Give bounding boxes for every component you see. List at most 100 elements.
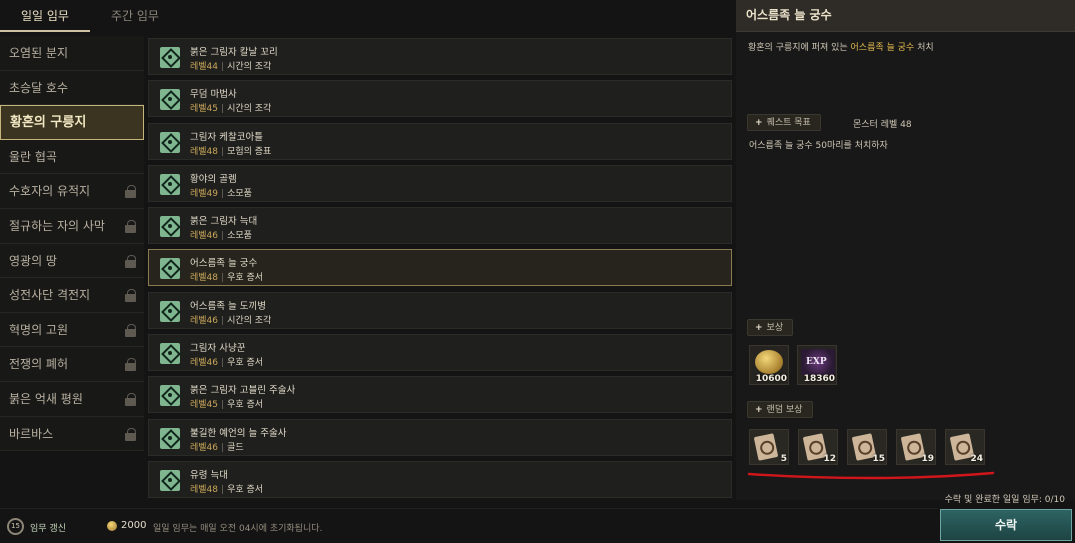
separator: | (221, 273, 225, 284)
random-reward-item[interactable]: 19 (896, 429, 936, 465)
quest-name: 무덤 마법사 (190, 89, 237, 101)
lock-icon (125, 427, 136, 441)
sidebar-item[interactable]: 울란 협곡 (0, 139, 144, 175)
quest-reward-type: 골드 (227, 442, 244, 453)
quest-row[interactable]: 붉은 그림자 고블린 주술사 레벨45 | 우호 증서 (148, 376, 732, 414)
quest-info: 레벨44 | 시간의 조각 (190, 59, 271, 72)
reward-exp[interactable]: EXP 18360 (797, 345, 837, 385)
tab-weekly[interactable]: 주간 임무 (90, 0, 180, 32)
sidebar-item-label: 절규하는 자의 사막 (9, 218, 105, 233)
objective-monster-level: 몬스터 레벨 48 (853, 120, 912, 130)
quest-scroll-icon (160, 385, 180, 407)
separator: | (221, 315, 225, 326)
quest-info: 레벨48 | 우호 증서 (190, 270, 263, 283)
sidebar-item[interactable]: 전쟁의 폐허 (0, 347, 144, 382)
sidebar-item[interactable]: 바르바스 (0, 416, 144, 452)
quest-description: 황혼의 구릉지에 퍼져 있는 어스름족 늘 궁수 처치 (748, 43, 934, 53)
quest-reward-type: 시간의 조각 (227, 62, 272, 72)
quest-scroll-icon (160, 258, 180, 280)
random-reward-item[interactable]: 5 (749, 429, 789, 465)
separator: | (221, 442, 225, 453)
quest-detail-title: 어스름족 늘 궁수 (736, 0, 1075, 32)
quest-level: 레벨46 (190, 442, 219, 453)
quest-scroll-icon (160, 216, 180, 238)
quest-name: 그림자 케찰코아틀 (190, 131, 263, 143)
separator: | (221, 358, 225, 369)
quest-level: 레벨48 (190, 484, 219, 495)
sidebar-item[interactable]: 붉은 억새 평원 (0, 381, 144, 417)
quest-row[interactable]: 유령 늑대 레벨48 | 우호 증서 (148, 460, 732, 498)
quest-row[interactable]: 붉은 그림자 늑대 레벨46 | 소모품 (148, 207, 732, 245)
reward-count: 10600 (755, 374, 787, 384)
separator: | (221, 104, 225, 115)
lock-icon (125, 289, 136, 303)
reward-count: 18360 (803, 374, 835, 384)
quest-level: 레벨44 (190, 62, 219, 72)
quest-row[interactable]: 어스름족 늘 도끼병 레벨46 | 시간의 조각 (148, 291, 732, 329)
reward-count: 5 (780, 454, 787, 464)
sidebar-item[interactable]: 영광의 땅 (0, 243, 144, 279)
lock-icon (125, 219, 136, 233)
sidebar-item[interactable]: 황혼의 구릉지 (0, 105, 144, 140)
quest-row[interactable]: 불길한 예언의 늘 주술사 레벨46 | 골드 (148, 418, 732, 456)
accept-button[interactable]: 수락 (940, 509, 1072, 541)
sidebar-item-label: 수호자의 유적지 (9, 184, 91, 199)
quest-info: 레벨45 | 우호 증서 (190, 397, 263, 410)
quest-name: 붉은 그림자 칼날 꼬리 (190, 47, 278, 58)
reward-header: + 보상 (747, 319, 794, 336)
lock-icon (125, 185, 136, 199)
tab-daily[interactable]: 일일 임무 (0, 0, 90, 32)
sidebar-item-label: 오염된 분지 (9, 46, 69, 60)
quest-scroll-icon (160, 47, 180, 68)
quest-row[interactable]: 무덤 마법사 레벨45 | 시간의 조각 (148, 80, 732, 118)
quest-row[interactable]: 황야의 골렘레벨49 | 소모품 (148, 164, 732, 202)
quest-name: 어스름족 늘 도끼병 (190, 300, 266, 312)
plus-icon: + (755, 323, 763, 333)
scroll-icon (753, 433, 779, 461)
sidebar-item[interactable]: 성전사단 격전지 (0, 278, 144, 313)
sidebar-item[interactable]: 절규하는 자의 사막 (0, 208, 144, 244)
separator: | (221, 146, 225, 157)
random-reward-item[interactable]: 15 (847, 429, 887, 465)
quest-row[interactable]: 붉은 그림자 칼날 꼬리 레벨44 | 시간의 조각 (148, 38, 732, 75)
quest-row[interactable]: 그림자 사냥꾼 레벨46 | 우호 증서 (148, 334, 732, 372)
reward-count: 15 (872, 454, 885, 464)
refresh-cost: 2000 (121, 520, 147, 531)
sidebar-item[interactable]: 오염된 분지 (0, 36, 144, 71)
quest-name: 유령 늑대 (190, 469, 228, 481)
reset-notice: 일일 임무는 매일 오전 04시에 초기화됩니다. (153, 524, 323, 534)
random-reward-item[interactable]: 12 (798, 429, 838, 465)
quest-row[interactable]: 어스름족 늘 궁수 레벨48 | 우호 증서 (148, 249, 732, 287)
quest-row[interactable]: 그림자 케찰코아틀 레벨48 | 모험의 증표 (148, 122, 732, 160)
separator: | (221, 188, 225, 199)
daily-quest-progress: 수락 및 완료한 일일 임무: 0/10 (944, 495, 1065, 505)
sidebar-item[interactable]: 초승달 호수 (0, 70, 144, 106)
quest-level: 레벨46 (190, 358, 219, 369)
sidebar-item[interactable]: 수호자의 유적지 (0, 174, 144, 209)
random-reward-item[interactable]: 24 (945, 429, 985, 465)
quest-reward-type: 소모품 (227, 188, 252, 199)
quest-reward-type: 모험의 증표 (227, 146, 272, 157)
quest-level: 레벨46 (190, 231, 219, 242)
separator: | (221, 62, 225, 72)
quest-scroll-icon (160, 300, 180, 322)
sidebar-item-label: 혁명의 고원 (9, 322, 69, 337)
lock-icon (125, 358, 136, 372)
quest-info: 레벨45 | 시간의 조각 (190, 101, 271, 114)
quest-list: 붉은 그림자 칼날 꼬리 레벨44 | 시간의 조각 무덤 마법사 레벨45 | 시간의 조각… (148, 38, 732, 503)
refresh-quests-button[interactable]: 임무 갱신 (30, 521, 66, 534)
sidebar-item[interactable]: 혁명의 고원 (0, 312, 144, 348)
quest-scroll-icon (160, 89, 180, 111)
lock-icon (125, 392, 136, 406)
refresh-count-icon[interactable]: 15 (7, 518, 24, 535)
quest-name: 황야의 골렘 (190, 173, 237, 185)
gold-coin-icon (107, 521, 117, 531)
quest-level: 레벨45 (190, 400, 219, 411)
reward-gold[interactable]: 10600 (749, 345, 789, 385)
quest-info: 레벨48 | 우호 증서 (190, 482, 263, 495)
quest-reward-type: 우호 증서 (227, 358, 264, 369)
quest-reward-type: 소모품 (227, 231, 252, 242)
reward-count: 24 (970, 454, 983, 464)
quest-level: 레벨46 (190, 315, 219, 326)
quest-level: 레벨49 (190, 188, 219, 199)
